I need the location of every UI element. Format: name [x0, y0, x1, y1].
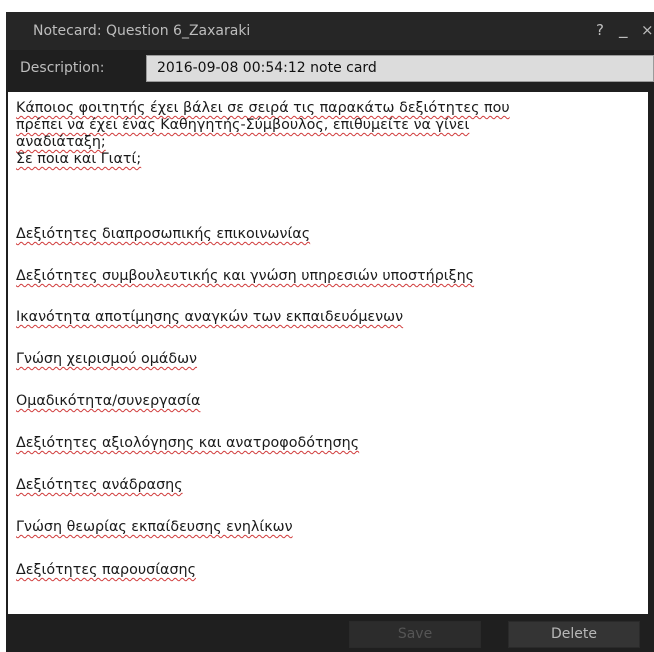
text-line: Γνώση χειρισμού ομάδων	[16, 351, 198, 367]
text-line: Ικανότητα αποτίμησης αναγκών των εκπαιδε…	[16, 309, 404, 325]
text-line: Δεξιότητες συμβουλευτικής και γνώση υπηρ…	[16, 268, 475, 284]
save-button[interactable]: Save	[349, 621, 481, 648]
text-line: Δεξιότητες αξιολόγησης και ανατροφοδότησ…	[16, 435, 360, 451]
notecard-text-area[interactable]: Κάποιος φοιτητής έχει βάλει σε σειρά τις…	[8, 92, 648, 614]
window-title: Notecard: Question 6_Zaxaraki	[33, 23, 251, 39]
close-icon[interactable]: ×	[641, 21, 654, 39]
text-line: Κάποιος φοιτητής έχει βάλει σε σειρά τις…	[16, 100, 510, 116]
description-row: Description: 2016-09-08 00:54:12 note ca…	[6, 50, 654, 84]
description-field[interactable]: 2016-09-08 00:54:12 note card	[146, 55, 654, 82]
text-line: Δεξιότητες παρουσίασης	[16, 562, 196, 578]
button-bar: Save Delete	[6, 618, 654, 652]
text-line: πρέπει να έχει ένας Καθηγητής-Σύμβουλος,…	[16, 117, 470, 133]
text-line: Ομαδικότητα/συνεργασία	[16, 393, 201, 409]
text-line: Δεξιότητες διαπροσωπικής επικοινωνίας	[16, 226, 311, 242]
text-line: αναδιάταξη;	[16, 134, 106, 150]
text-line: Δεξιότητες ανάδρασης	[16, 477, 183, 493]
text-line: Σε ποια και Γιατί;	[16, 151, 142, 167]
delete-button[interactable]: Delete	[508, 621, 640, 648]
title-bar[interactable]: Notecard: Question 6_Zaxaraki ? _ ×	[6, 12, 654, 50]
description-label: Description:	[20, 60, 105, 76]
text-line: Γνώση θεωρίας εκπαίδευσης ενηλίκων	[16, 519, 293, 535]
help-icon[interactable]: ?	[596, 21, 604, 39]
minimize-icon[interactable]: _	[619, 19, 628, 39]
notecard-window: Notecard: Question 6_Zaxaraki ? _ × Desc…	[6, 12, 654, 652]
